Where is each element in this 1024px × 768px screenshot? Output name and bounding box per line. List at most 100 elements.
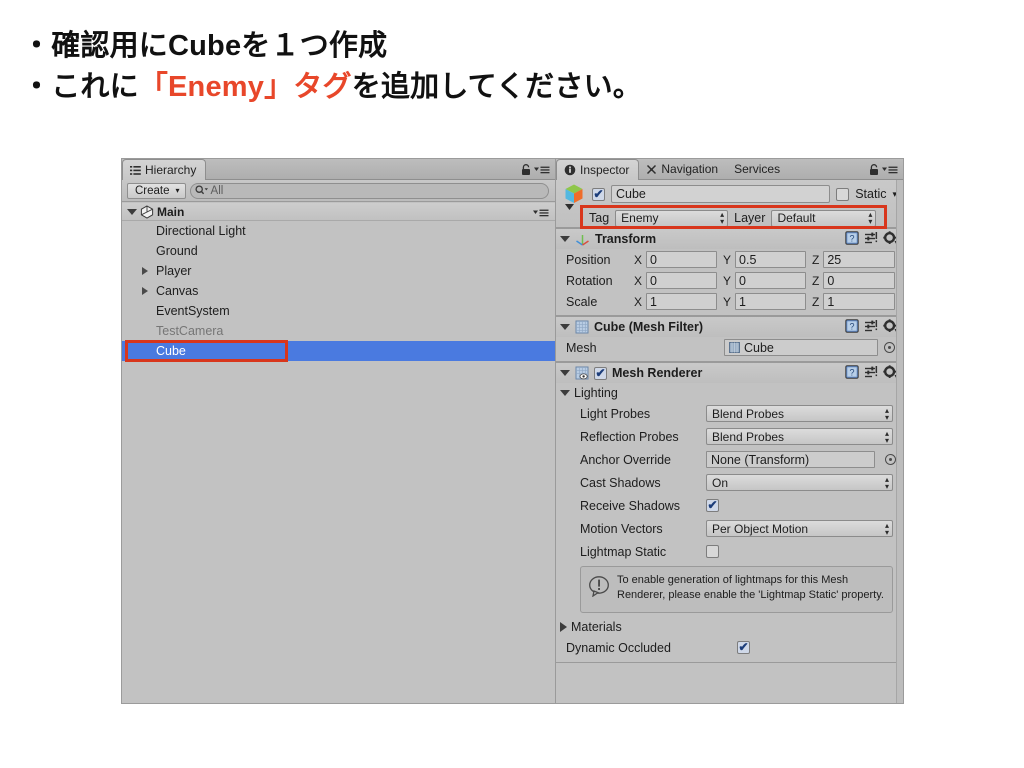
inspector-scrollbar[interactable]: [896, 180, 903, 703]
anchor-override-value: None (Transform): [711, 452, 810, 467]
updown-arrow-icon: ▴ ▾: [884, 520, 889, 537]
scene-foldout-icon[interactable]: [127, 208, 137, 215]
tab-navigation[interactable]: Navigation: [639, 159, 727, 179]
materials-foldout-icon[interactable]: [560, 621, 567, 632]
hierarchy-scene-row[interactable]: Main: [122, 203, 555, 221]
hierarchy-search-input[interactable]: All: [189, 182, 549, 199]
inspector-tabbar: Inspector Navigation Services: [556, 159, 903, 180]
hierarchy-item-cube[interactable]: Cube: [122, 341, 555, 361]
tag-dropdown[interactable]: Enemy ▴ ▾: [615, 209, 729, 227]
help-icon[interactable]: ?: [845, 365, 859, 379]
position-z-input[interactable]: 25: [823, 251, 895, 268]
layer-dropdown[interactable]: Default ▴ ▾: [771, 209, 877, 227]
info-bubble-icon: [588, 575, 610, 598]
hierarchy-item-canvas[interactable]: Canvas: [122, 281, 555, 301]
cast-shadows-label: Cast Shadows: [580, 475, 661, 490]
receive-shadows-row: Receive Shadows: [556, 494, 903, 517]
mesh-renderer-enabled-checkbox[interactable]: [594, 366, 607, 380]
axis-x-label: X: [634, 252, 643, 267]
lightmap-static-checkbox[interactable]: [706, 545, 719, 558]
rotation-y-input[interactable]: 0: [735, 272, 806, 289]
reflection-probes-row: Reflection Probes Blend Probes ▴ ▾: [556, 425, 903, 448]
object-picker-icon[interactable]: [884, 342, 895, 353]
light-probes-dropdown[interactable]: Blend Probes ▴ ▾: [706, 405, 893, 422]
tab-hierarchy[interactable]: Hierarchy: [122, 159, 207, 180]
axis-x-label: X: [634, 294, 643, 309]
position-x-input[interactable]: 0: [646, 251, 717, 268]
tab-services[interactable]: Services: [727, 159, 789, 179]
motion-vectors-dropdown[interactable]: Per Object Motion ▴ ▾: [706, 520, 893, 537]
create-button[interactable]: Create ▾: [127, 182, 186, 199]
light-probes-row: Light Probes Blend Probes ▴ ▾: [556, 402, 903, 425]
hierarchy-item-player[interactable]: Player: [122, 261, 555, 281]
light-probes-value: Blend Probes: [712, 406, 785, 421]
axis-z-label: Z: [812, 273, 820, 288]
anchor-override-field[interactable]: None (Transform): [706, 451, 875, 468]
object-enabled-checkbox[interactable]: [592, 187, 605, 201]
layer-label: Layer: [734, 211, 766, 225]
cast-shadows-dropdown[interactable]: On ▴ ▾: [706, 474, 893, 491]
scale-z-value: 1: [827, 294, 835, 309]
mesh-filter-foldout-icon[interactable]: [560, 324, 570, 330]
receive-shadows-label: Receive Shadows: [580, 498, 681, 513]
transform-header[interactable]: Transform ?: [556, 229, 903, 249]
materials-label: Materials: [571, 619, 622, 634]
rotation-x-value: 0: [650, 273, 657, 288]
scale-y-cell: Y 1: [723, 293, 806, 310]
object-picker-icon[interactable]: [885, 454, 896, 465]
position-y-input[interactable]: 0.5: [735, 251, 806, 268]
reflection-probes-value: Blend Probes: [712, 429, 785, 444]
hierarchy-item-testcamera[interactable]: TestCamera: [122, 321, 555, 341]
mesh-filter-mesh-row: Mesh Cube: [556, 337, 903, 358]
hierarchy-search-text: All: [210, 184, 224, 197]
help-icon[interactable]: ?: [845, 319, 859, 333]
preset-icon[interactable]: [864, 365, 878, 379]
mesh-renderer-header[interactable]: Mesh Renderer ?: [556, 363, 903, 383]
scale-y-input[interactable]: 1: [735, 293, 806, 310]
create-button-label: Create: [135, 184, 170, 197]
lock-icon[interactable]: [869, 164, 879, 176]
dynamic-occluded-checkbox[interactable]: [737, 641, 750, 654]
transform-scale-row: Scale X 1 Y 1 Z 1: [556, 291, 903, 312]
scale-x-cell: X 1: [634, 293, 717, 310]
axis-z-label: Z: [812, 252, 820, 267]
transform-foldout-icon[interactable]: [560, 236, 570, 242]
menu-icon[interactable]: [882, 165, 898, 175]
object-name-input[interactable]: Cube: [611, 185, 831, 203]
mesh-filter-header[interactable]: Cube (Mesh Filter) ?: [556, 317, 903, 337]
scene-menu-icon[interactable]: [533, 207, 549, 221]
scale-z-input[interactable]: 1: [823, 293, 895, 310]
transform-axis-icon: [575, 232, 590, 247]
expand-arrow-icon[interactable]: [142, 287, 148, 295]
lightmap-static-label: Lightmap Static: [580, 544, 667, 559]
lock-icon[interactable]: [521, 164, 531, 176]
lighting-foldout-icon[interactable]: [560, 389, 570, 396]
help-icon[interactable]: ?: [845, 231, 859, 245]
expand-arrow-icon[interactable]: [142, 267, 148, 275]
search-icon: [194, 185, 209, 196]
reflection-probes-dropdown[interactable]: Blend Probes ▴ ▾: [706, 428, 893, 445]
mesh-renderer-foldout-icon[interactable]: [560, 370, 570, 376]
rotation-x-input[interactable]: 0: [646, 272, 717, 289]
hierarchy-item-ground[interactable]: Ground: [122, 241, 555, 261]
lighting-foldout[interactable]: Lighting: [556, 383, 903, 402]
preset-icon[interactable]: [864, 231, 878, 245]
cast-shadows-value: On: [712, 475, 729, 490]
hierarchy-item-directional-light[interactable]: Directional Light: [122, 221, 555, 241]
unity-editor-window: Hierarchy Create ▾ All Main Directional …: [121, 158, 904, 704]
cube-prefab-icon: [562, 182, 586, 210]
rotation-z-input[interactable]: 0: [823, 272, 895, 289]
tab-inspector[interactable]: Inspector: [556, 159, 640, 180]
rotation-y-cell: Y 0: [723, 272, 806, 289]
tab-hierarchy-label: Hierarchy: [145, 163, 197, 177]
hierarchy-item-eventsystem[interactable]: EventSystem: [122, 301, 555, 321]
receive-shadows-checkbox[interactable]: [706, 499, 719, 512]
menu-icon[interactable]: [534, 165, 550, 175]
mesh-renderer-title: Mesh Renderer: [612, 366, 703, 380]
static-checkbox[interactable]: [836, 187, 850, 201]
preset-icon[interactable]: [864, 319, 878, 333]
scale-x-input[interactable]: 1: [646, 293, 717, 310]
materials-foldout[interactable]: Materials: [556, 617, 903, 636]
mesh-object-field[interactable]: Cube: [724, 339, 878, 356]
scale-y-value: 1: [739, 294, 746, 309]
